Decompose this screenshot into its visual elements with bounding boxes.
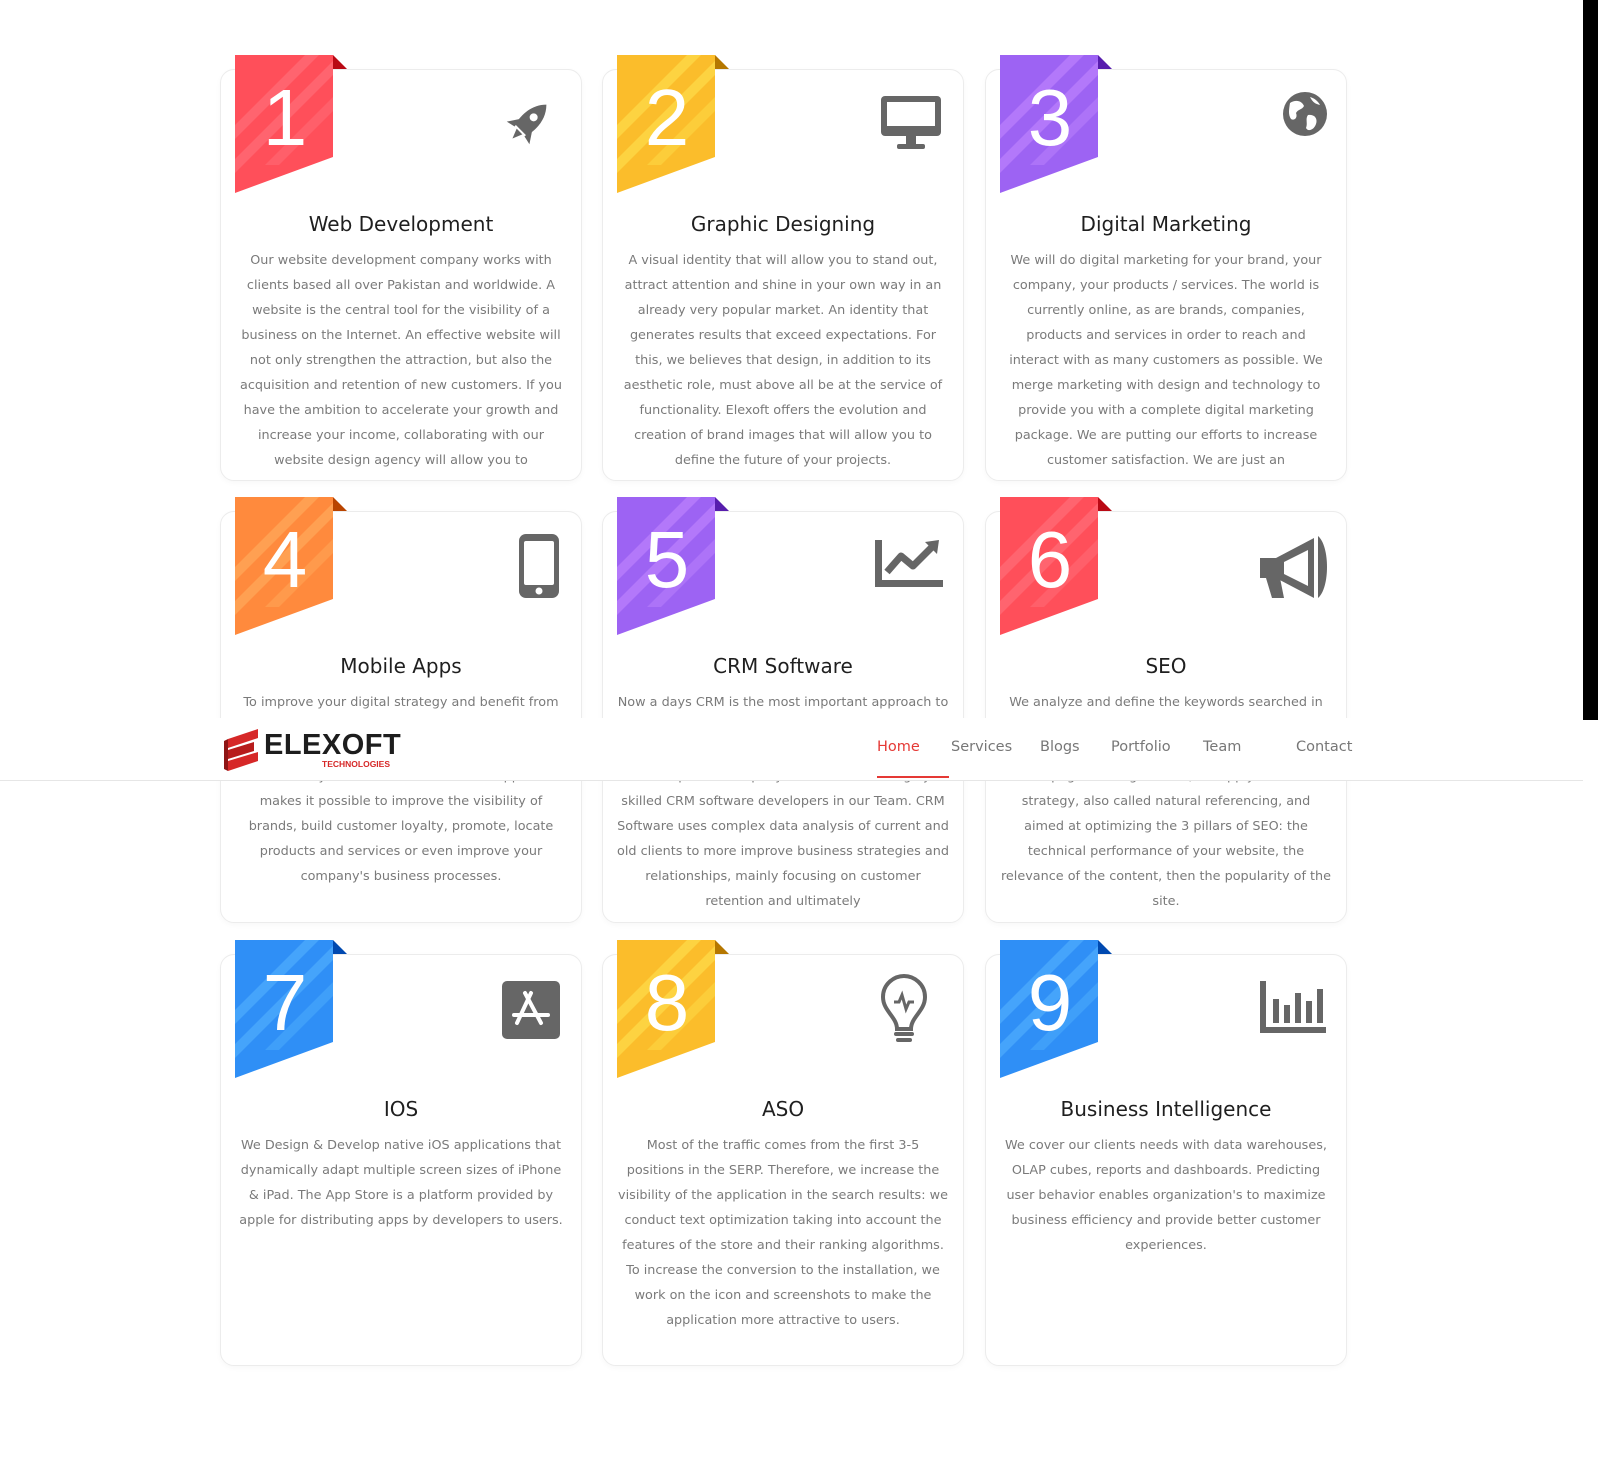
card-number: 8 <box>644 958 690 1047</box>
number-ribbon: 5 <box>617 497 729 637</box>
nav-contact[interactable]: Contact <box>1296 739 1352 755</box>
logo-text: ELEXOFT <box>264 729 402 761</box>
nav-active-indicator <box>877 776 949 778</box>
number-ribbon: 6 <box>1000 497 1112 637</box>
card-title: Digital Marketing <box>1080 212 1252 236</box>
card-title: Business Intelligence <box>1060 1097 1272 1121</box>
service-card[interactable]: 5 CRM Software Now a days CRM is the most … <box>602 497 964 923</box>
number-ribbon: 9 <box>1000 940 1112 1080</box>
mobile-icon <box>493 530 563 600</box>
card-number: 5 <box>644 515 690 604</box>
nav-team[interactable]: Team <box>1203 739 1241 755</box>
card-title: Mobile Apps <box>340 654 462 678</box>
number-ribbon: 3 <box>1000 55 1112 195</box>
nav-services[interactable]: Services <box>951 739 1012 755</box>
card-description: We Design & Develop native iOS applicati… <box>239 1138 563 1228</box>
card-number: 2 <box>644 73 690 162</box>
card-title: SEO <box>1145 654 1187 678</box>
card-description: development company in Pakistan with hig… <box>617 769 949 909</box>
logo-mark-icon <box>224 729 258 771</box>
nav-home[interactable]: Home <box>877 739 920 755</box>
number-ribbon: 2 <box>617 55 729 195</box>
service-card[interactable]: 7 IOS We Design & Develop native iOS appli… <box>220 940 582 1366</box>
card-title: CRM Software <box>713 654 853 678</box>
card-number: 3 <box>1027 73 1073 162</box>
service-card[interactable]: 9 Business Intelligence We cover our clien… <box>985 940 1347 1366</box>
site-header: ELEXOFT TECHNOLOGIES Home Services Blogs… <box>0 718 1583 781</box>
nav-blogs[interactable]: Blogs <box>1040 739 1080 755</box>
card-description: We will do digital marketing for your br… <box>1009 253 1323 468</box>
logo-subtext: TECHNOLOGIES <box>322 759 391 769</box>
elexoft-logo[interactable]: ELEXOFT TECHNOLOGIES <box>224 726 414 774</box>
card-title: ASO <box>761 1097 805 1121</box>
megaphone-icon <box>1258 530 1328 600</box>
card-number: 7 <box>262 958 308 1047</box>
scrollbar[interactable] <box>1583 0 1598 720</box>
card-title: Graphic Designing <box>690 212 876 236</box>
card-number: 6 <box>1027 515 1073 604</box>
service-card[interactable]: 3 Digital Marketing We will do digital mar… <box>985 55 1347 481</box>
rocket-icon <box>493 88 563 158</box>
card-description: Our website development company works wi… <box>240 253 562 468</box>
card-description: A visual identity that will allow you to… <box>623 253 943 468</box>
number-ribbon: 8 <box>617 940 729 1080</box>
desktop-icon <box>875 88 945 158</box>
service-card[interactable]: 4 Mobile Apps To improve your digital stra… <box>220 497 582 923</box>
card-description: We cover our clients needs with data war… <box>1005 1138 1327 1253</box>
card-title: Web Development <box>308 212 494 236</box>
card-number: 9 <box>1027 958 1073 1047</box>
bar-chart-icon <box>1258 973 1328 1043</box>
service-card[interactable]: 8 ASO Most of the traffic comes from the f… <box>602 940 964 1366</box>
card-description: channels for your business. A dedicated … <box>236 769 567 884</box>
service-card[interactable]: 6 SEO We analyze and define the keywords s… <box>985 497 1347 923</box>
card-description-top: Now a days CRM is the most important app… <box>617 695 949 710</box>
number-ribbon: 7 <box>235 940 347 1080</box>
card-number: 1 <box>262 73 308 162</box>
service-card[interactable]: 2 Graphic Designing A visual identity that… <box>602 55 964 481</box>
chart-line-icon <box>875 530 945 600</box>
globe-icon <box>1258 88 1328 158</box>
service-card[interactable]: 1 Web Development Our website development … <box>220 55 582 481</box>
card-title: IOS <box>383 1097 419 1121</box>
card-description-top: We analyze and define the keywords searc… <box>1009 695 1323 710</box>
lightbulb-icon <box>875 973 945 1043</box>
nav-portfolio[interactable]: Portfolio <box>1111 739 1171 755</box>
card-description: 1st page of Google. Then, we apply an SE… <box>1000 769 1332 909</box>
card-description: Most of the traffic comes from the first… <box>618 1138 948 1328</box>
card-number: 4 <box>262 515 308 604</box>
number-ribbon: 4 <box>235 497 347 637</box>
number-ribbon: 1 <box>235 55 347 195</box>
app-store-icon <box>493 973 563 1043</box>
